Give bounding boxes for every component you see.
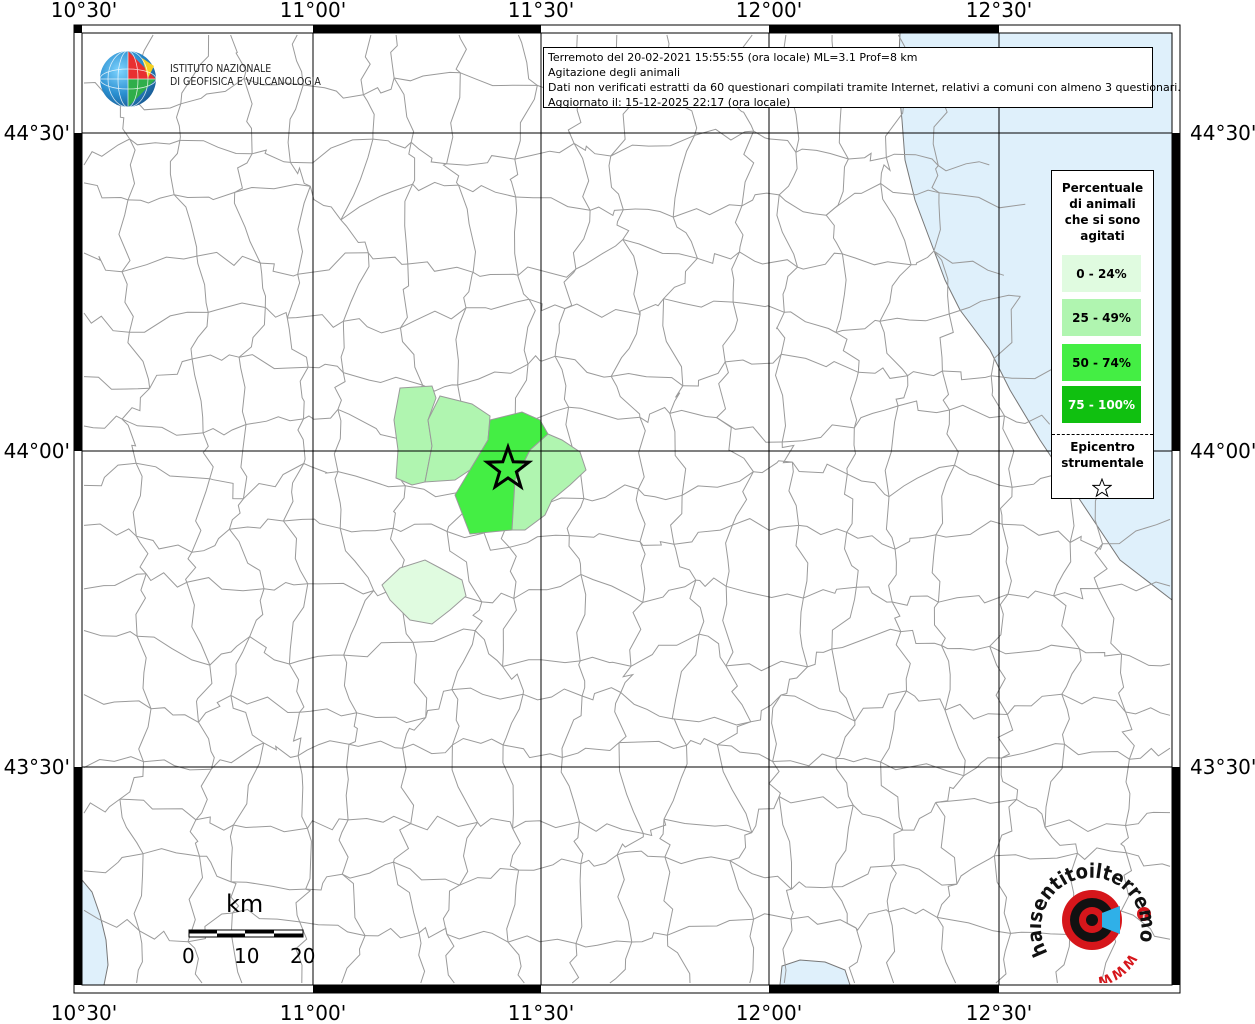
scale-bar: km 0 10 20	[180, 890, 320, 970]
lat-tick-label: 44°00'	[1190, 439, 1255, 463]
scale-unit: km	[226, 890, 264, 918]
legend-item-25-49: 25 - 49%	[1062, 299, 1141, 336]
ingv-name-line1: ISTITUTO NAZIONALE	[170, 63, 272, 75]
lon-tick-label: 12°00'	[736, 0, 802, 22]
lon-tick-label: 11°30'	[508, 1001, 574, 1024]
haisentitoilterremoto-logo: ? haisentitoilterremoto.it WWW.	[1030, 858, 1161, 983]
lat-labels-right: 44°30' 44°00' 43°30'	[1190, 121, 1255, 779]
lon-tick-label: 11°00'	[280, 0, 346, 22]
legend: Percentuale di animali che si sono agita…	[1051, 170, 1154, 499]
lon-tick-label: 10°30'	[51, 1001, 117, 1024]
scale-label: 10	[234, 944, 260, 968]
event-info-line: Terremoto del 20-02-2021 15:55:55 (ora l…	[548, 51, 918, 64]
legend-epicenter-line: Epicentro	[1070, 440, 1135, 454]
event-info-box: Terremoto del 20-02-2021 15:55:55 (ora l…	[543, 47, 1181, 109]
lat-tick-label: 43°30'	[1190, 755, 1255, 779]
legend-star-icon	[1092, 478, 1112, 498]
scale-label: 0	[182, 944, 195, 968]
legend-separator	[1052, 434, 1153, 435]
lon-tick-label: 12°30'	[966, 1001, 1032, 1024]
scale-label: 20	[290, 944, 316, 968]
scale-bar-graphic	[188, 929, 304, 938]
lon-tick-label: 12°00'	[736, 1001, 802, 1024]
legend-item-75-100: 75 - 100%	[1062, 386, 1141, 423]
event-info-line: Dati non verificati estratti da 60 quest…	[548, 81, 1181, 94]
lat-tick-label: 44°30'	[1190, 121, 1255, 145]
lon-tick-label: 12°30'	[966, 0, 1032, 22]
ingv-globe-icon	[99, 50, 157, 108]
lat-tick-label: 44°00'	[4, 439, 70, 463]
legend-epicenter-line: strumentale	[1061, 456, 1144, 470]
event-info-line: Aggiornato il: 15-12-2025 22:17 (ora loc…	[548, 96, 791, 109]
lon-tick-label: 11°00'	[280, 1001, 346, 1024]
lat-tick-label: 43°30'	[4, 755, 70, 779]
legend-epicenter-label: Epicentro strumentale	[1052, 439, 1153, 471]
legend-title-line: agitati	[1080, 229, 1125, 243]
legend-title-line: che si sono	[1064, 213, 1141, 227]
legend-title-line: di animali	[1069, 197, 1136, 211]
event-info-line: Agitazione degli animali	[548, 66, 681, 79]
lon-tick-label: 10°30'	[51, 0, 117, 22]
legend-title-line: Percentuale	[1061, 181, 1144, 195]
lat-labels-left: 44°30' 44°00' 43°30'	[4, 121, 70, 779]
ingv-name: ISTITUTO NAZIONALE DI GEOFISICA E VULCAN…	[170, 63, 321, 89]
legend-item-50-74: 50 - 74%	[1062, 344, 1141, 381]
lat-tick-label: 44°30'	[4, 121, 70, 145]
legend-title: Percentuale di animali che si sono agita…	[1052, 180, 1153, 244]
lon-labels-top: 10°30' 11°00' 11°30' 12°00' 12°30'	[51, 0, 1032, 22]
lon-labels-bottom: 10°30' 11°00' 11°30' 12°00' 12°30'	[51, 1001, 1032, 1024]
legend-item-0-24: 0 - 24%	[1062, 255, 1141, 292]
ingv-name-line2: DI GEOFISICA E VULCANOLOGIA	[170, 76, 321, 88]
lon-tick-label: 11°30'	[508, 0, 574, 22]
